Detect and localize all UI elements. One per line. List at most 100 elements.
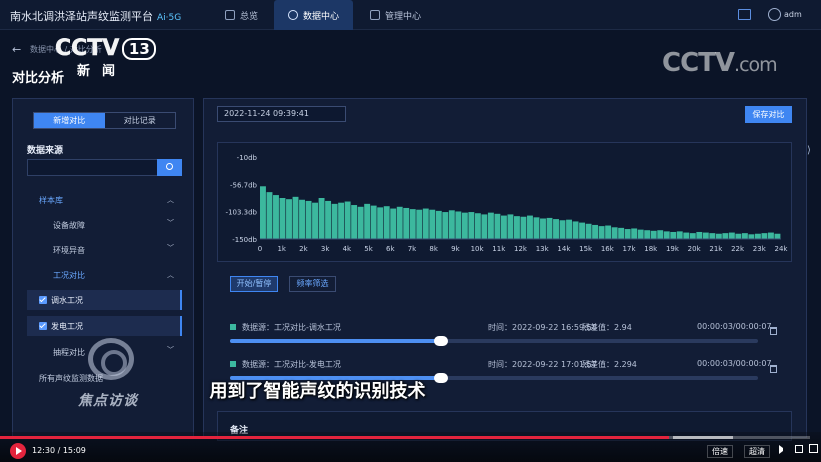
- tree-root-sample-library[interactable]: 样本库: [39, 195, 63, 206]
- spectrum-bar: [748, 234, 755, 239]
- y-tick-label: -103.3db: [226, 209, 258, 217]
- quality-button[interactable]: 超清: [744, 445, 770, 458]
- record-duration: 00:00:03/00:00:07: [697, 322, 772, 331]
- spectrum-bar: [409, 209, 416, 239]
- spectrum-bar: [520, 216, 527, 239]
- cctv-com-watermark: CCTV.com: [662, 48, 778, 78]
- spectrum-bar: [286, 199, 292, 239]
- spectrum-bar: [670, 231, 677, 239]
- tree-item-equipment-fault[interactable]: 设备故障: [53, 220, 85, 231]
- x-tick-label: 9k: [451, 245, 460, 253]
- channel-name: 新闻: [77, 64, 128, 79]
- spectrum-bar: [657, 230, 664, 239]
- spectrum-svg: -10db -56.7db -103.3db -150db0 1k 2k 3k 4k 5k 6k 7…: [226, 154, 789, 253]
- record-source: 数据源：工况对比-调水工况: [242, 323, 341, 332]
- x-tick-label: 19k: [666, 245, 680, 253]
- spectrum-bar: [546, 217, 553, 239]
- y-tick-label: -10db: [237, 154, 258, 162]
- video-subtitle: 用到了智能声纹的识别技术: [209, 381, 426, 402]
- spectrum-bar: [487, 212, 494, 239]
- spectrum-bar: [728, 232, 735, 239]
- x-tick-label: 6k: [386, 245, 395, 253]
- spectrum-bar: [416, 209, 423, 239]
- playback-speed-button[interactable]: 倍速: [707, 445, 733, 458]
- message-icon[interactable]: [738, 9, 751, 20]
- x-tick-label: 18k: [644, 245, 658, 253]
- checkbox-checked-icon[interactable]: [39, 322, 47, 330]
- checkbox-checked-icon[interactable]: [39, 296, 47, 304]
- date-picker[interactable]: 2022-11-24 09:39:41: [217, 106, 346, 122]
- play-icon[interactable]: [10, 443, 26, 459]
- spectrum-bar: [585, 223, 592, 239]
- delete-icon[interactable]: [770, 327, 777, 335]
- spectrum-bar: [540, 218, 546, 239]
- spectrum-bar: [592, 224, 599, 239]
- spectrum-chart: -10db -56.7db -103.3db -150db 0 1k 2k 3k 4k 5k 6k 7…: [217, 142, 792, 262]
- start-pause-button[interactable]: 开始/暂停: [230, 276, 278, 292]
- frequency-filter-button[interactable]: 频率筛选: [289, 276, 336, 292]
- x-tick-label: 12k: [514, 245, 528, 253]
- spectrum-bar: [533, 217, 540, 239]
- chevron-down-icon[interactable]: ﹀: [167, 345, 174, 355]
- panel-collapse-icon[interactable]: ⟩: [807, 145, 811, 156]
- x-tick-label: 20k: [688, 245, 702, 253]
- spectrum-bar: [318, 198, 325, 239]
- spectrum-bar: [364, 203, 371, 239]
- playback-slider[interactable]: [230, 336, 758, 346]
- top-bar: 南水北调洪泽站声纹监测平台 Ai·5G 总览 数据中心 管理中心 adm: [0, 0, 821, 30]
- tree-item-ambient-noise[interactable]: 环境异音: [53, 245, 85, 256]
- chevron-up-icon[interactable]: ︿: [167, 195, 174, 205]
- x-tick-label: 10k: [471, 245, 485, 253]
- record-residual: 残差值：2.94: [582, 323, 632, 332]
- tree-item-condition-comparison[interactable]: 工况对比: [53, 270, 85, 281]
- tree-row-power-generation[interactable]: 发电工况: [27, 316, 182, 336]
- spectrum-bar: [644, 230, 651, 239]
- user-avatar-icon[interactable]: [768, 8, 781, 21]
- user-name[interactable]: adm: [784, 10, 802, 19]
- tree-row-water-transfer[interactable]: 调水工况: [27, 290, 182, 310]
- playback-knob[interactable]: [434, 336, 449, 346]
- spectrum-bar: [566, 219, 572, 239]
- tab-management-label: 管理中心: [385, 11, 422, 22]
- video-progress-fill: [0, 436, 670, 439]
- tree-row-label: 发电工况: [51, 322, 83, 331]
- record-time: 时间：2022-09-22 17:01:57: [488, 360, 597, 369]
- picture-in-picture-icon[interactable]: [795, 445, 803, 453]
- spectrum-bar: [383, 206, 390, 239]
- chevron-down-icon[interactable]: ﹀: [167, 243, 174, 253]
- spectrum-bar: [559, 220, 566, 239]
- data-source-label: 数据来源: [27, 146, 64, 156]
- spectrum-bar: [468, 212, 475, 239]
- tab-comparison-records[interactable]: 对比记录: [105, 113, 176, 128]
- x-tick-label: 2k: [299, 245, 308, 253]
- tab-management[interactable]: 管理中心: [356, 0, 435, 30]
- tab-data-center[interactable]: 数据中心: [274, 0, 354, 30]
- settings-icon: [370, 10, 380, 20]
- search-button[interactable]: [157, 159, 182, 176]
- spectrum-bar: [390, 208, 397, 239]
- volume-icon[interactable]: [779, 445, 788, 454]
- back-arrow-icon[interactable]: ←: [12, 43, 21, 56]
- chevron-up-icon[interactable]: ︿: [167, 270, 174, 280]
- tab-new-comparison[interactable]: 新增对比: [34, 113, 105, 128]
- spectrum-bar: [357, 206, 364, 239]
- fullscreen-icon[interactable]: [809, 444, 818, 453]
- spectrum-bar: [598, 226, 605, 239]
- spectrum-bar: [754, 233, 761, 239]
- app-title-text: 南水北调洪泽站声纹监测平台: [10, 10, 153, 23]
- spectrum-bar: [442, 212, 449, 239]
- spectrum-bar: [715, 233, 722, 239]
- tab-overview-label: 总览: [240, 11, 259, 22]
- spectrum-bar: [702, 232, 709, 239]
- record-source: 数据源：工况对比-发电工况: [242, 360, 341, 369]
- chevron-down-icon[interactable]: ﹀: [167, 218, 174, 228]
- tab-overview[interactable]: 总览: [211, 0, 272, 30]
- spectrum-bar: [266, 192, 273, 239]
- cctv-com-text: CCTV: [662, 48, 735, 78]
- save-comparison-button[interactable]: 保存对比: [745, 106, 792, 123]
- x-tick-label: 7k: [408, 245, 417, 253]
- delete-icon[interactable]: [770, 365, 777, 373]
- spectrum-bar: [500, 215, 507, 239]
- source-search-input[interactable]: [27, 159, 182, 176]
- spectrum-bar: [709, 233, 716, 239]
